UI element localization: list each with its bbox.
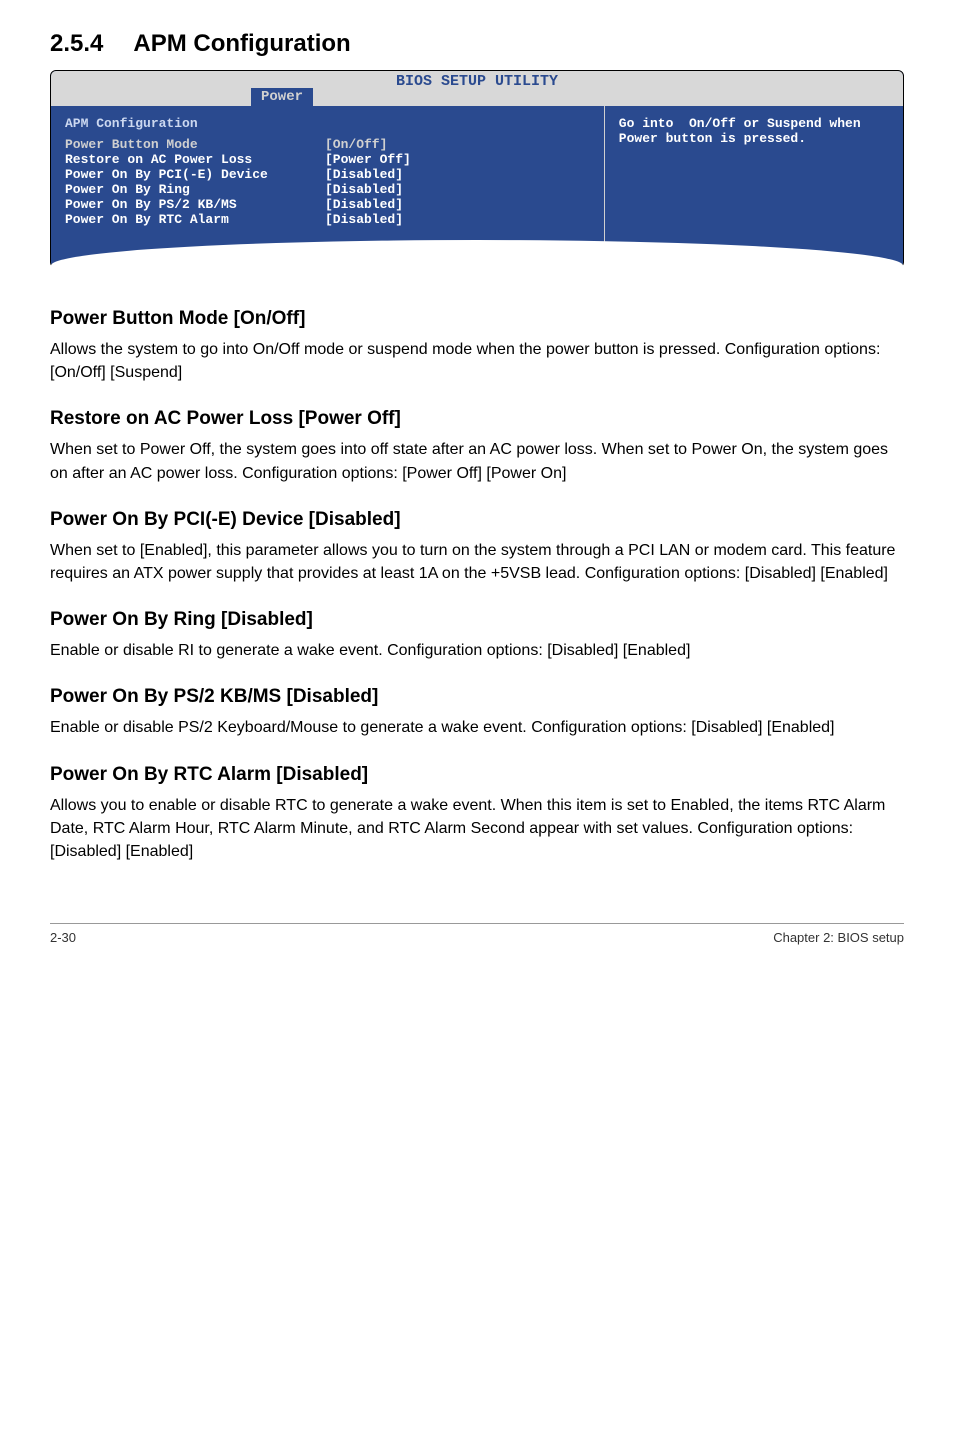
bios-value: [Disabled] — [325, 212, 590, 227]
content-section: Power Button Mode [On/Off] Allows the sy… — [50, 308, 904, 384]
bios-row-pci[interactable]: Power On By PCI(-E) Device [Disabled] — [65, 167, 590, 182]
bios-box: BIOS SETUP UTILITY Power APM Configurati… — [50, 70, 904, 268]
body-text: Enable or disable PS/2 Keyboard/Mouse to… — [50, 716, 904, 739]
bios-help-text: Go into On/Off or Suspend when Power but… — [619, 116, 889, 146]
bios-header: BIOS SETUP UTILITY Power — [51, 71, 903, 106]
bios-row-rtc[interactable]: Power On By RTC Alarm [Disabled] — [65, 212, 590, 227]
content-section: Power On By RTC Alarm [Disabled] Allows … — [50, 764, 904, 864]
bios-value: [Disabled] — [325, 182, 590, 197]
bios-row-ps2[interactable]: Power On By PS/2 KB/MS [Disabled] — [65, 197, 590, 212]
page-number: 2-30 — [50, 930, 76, 945]
bios-label: Power Button Mode — [65, 137, 325, 152]
bios-tab-power[interactable]: Power — [251, 88, 313, 106]
sub-heading: Power Button Mode [On/Off] — [50, 308, 904, 330]
body-text: Allows you to enable or disable RTC to g… — [50, 794, 904, 864]
section-title: APM Configuration — [133, 30, 350, 57]
bios-value: [Disabled] — [325, 197, 590, 212]
sub-heading: Restore on AC Power Loss [Power Off] — [50, 408, 904, 430]
sub-heading: Power On By RTC Alarm [Disabled] — [50, 764, 904, 786]
sub-heading: Power On By PS/2 KB/MS [Disabled] — [50, 686, 904, 708]
body-text: When set to Power Off, the system goes i… — [50, 438, 904, 484]
bios-value: [Power Off] — [325, 152, 590, 167]
content-section: Power On By Ring [Disabled] Enable or di… — [50, 609, 904, 662]
content-section: Power On By PS/2 KB/MS [Disabled] Enable… — [50, 686, 904, 739]
bios-row-power-button-mode[interactable]: Power Button Mode [On/Off] — [65, 137, 590, 152]
body-text: When set to [Enabled], this parameter al… — [50, 539, 904, 585]
sub-heading: Power On By PCI(-E) Device [Disabled] — [50, 509, 904, 531]
sub-heading: Power On By Ring [Disabled] — [50, 609, 904, 631]
bios-row-restore-ac[interactable]: Restore on AC Power Loss [Power Off] — [65, 152, 590, 167]
bios-value: [On/Off] — [325, 137, 590, 152]
bios-label: Power On By PCI(-E) Device — [65, 167, 325, 182]
bios-label: Power On By Ring — [65, 182, 325, 197]
bios-label: Power On By PS/2 KB/MS — [65, 197, 325, 212]
bios-screenshot: BIOS SETUP UTILITY Power APM Configurati… — [50, 70, 904, 268]
body-text: Enable or disable RI to generate a wake … — [50, 639, 904, 662]
bios-label: Restore on AC Power Loss — [65, 152, 325, 167]
bios-label: Power On By RTC Alarm — [65, 212, 325, 227]
bios-header-title: BIOS SETUP UTILITY — [396, 73, 558, 90]
section-heading: 2.5.4 APM Configuration — [50, 30, 904, 58]
body-text: Allows the system to go into On/Off mode… — [50, 338, 904, 384]
bios-row-ring[interactable]: Power On By Ring [Disabled] — [65, 182, 590, 197]
content-section: Power On By PCI(-E) Device [Disabled] Wh… — [50, 509, 904, 585]
chapter-label: Chapter 2: BIOS setup — [773, 930, 904, 945]
section-number: 2.5.4 — [50, 30, 103, 57]
page-footer: 2-30 Chapter 2: BIOS setup — [50, 923, 904, 945]
bios-panel-title: APM Configuration — [65, 116, 590, 131]
content-section: Restore on AC Power Loss [Power Off] Whe… — [50, 408, 904, 484]
bios-value: [Disabled] — [325, 167, 590, 182]
